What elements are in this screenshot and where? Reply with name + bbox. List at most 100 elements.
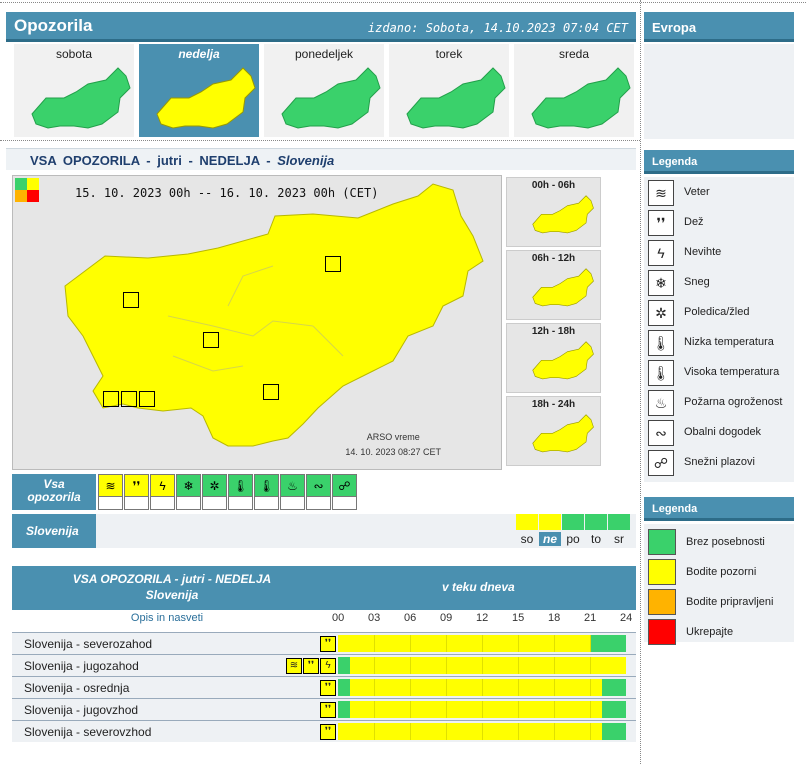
description-link[interactable]: Opis in nasveti (12, 612, 322, 624)
timeline-gridline (374, 701, 375, 718)
header-bar: Opozorila izdano: Sobota, 14.10.2023 07:… (6, 12, 636, 42)
timeline-gridline (410, 679, 411, 696)
timeline-segment (338, 679, 350, 696)
day-abbr[interactable]: ne (539, 532, 561, 546)
legend-item: ❜❜ Dež (648, 210, 794, 236)
legend-label: Veter (684, 186, 710, 198)
legend-label: Obalni dogodek (684, 426, 762, 438)
timeline-segment (350, 679, 602, 696)
level-swatch (648, 559, 676, 585)
time-slot-2[interactable]: 12h - 18h (506, 323, 601, 393)
day-abbr[interactable]: so (516, 532, 538, 546)
rain-icon[interactable]: ❜❜ (320, 702, 336, 718)
low-temp-icon: 🌡 (648, 330, 674, 356)
day-level-box[interactable] (516, 514, 538, 530)
day-level-box[interactable] (585, 514, 607, 530)
legend-item: ✲ Poledica/žled (648, 300, 794, 326)
low-temp-icon[interactable]: 🌡 (228, 474, 253, 510)
day-abbr[interactable]: sr (608, 532, 630, 546)
hour-label: 18 (548, 612, 561, 624)
timeline-segment (338, 635, 590, 652)
timeline-segment (350, 657, 626, 674)
rain-icon: ❜❜ (648, 210, 674, 236)
ice-icon[interactable]: ✲ (202, 474, 227, 510)
thunderstorm-icon[interactable] (139, 391, 155, 407)
timeline-gridline (446, 679, 447, 696)
level-swatch (648, 589, 676, 615)
rain-icon[interactable]: ❜❜ (124, 474, 149, 510)
wind-icon[interactable]: ≋ (286, 658, 302, 674)
rain-icon[interactable]: ❜❜ (303, 658, 319, 674)
legend-item: 🌡 Nizka temperatura (648, 330, 794, 356)
day-level-box[interactable] (562, 514, 584, 530)
day-tab-4[interactable]: sreda (514, 44, 634, 137)
europe-panel (644, 44, 794, 139)
coastal-icon[interactable]: ∾ (306, 474, 331, 510)
day-level-box[interactable] (539, 514, 561, 530)
rain-icon[interactable] (325, 256, 341, 272)
timeline-gridline (374, 657, 375, 674)
rain-icon[interactable] (121, 391, 137, 407)
slot-map (532, 268, 594, 307)
time-slot-3[interactable]: 18h - 24h (506, 396, 601, 466)
day-tab-2[interactable]: ponedeljek (264, 44, 384, 137)
day-abbr[interactable]: to (585, 532, 607, 546)
timeline-segment (602, 701, 626, 718)
timeline-gridline (518, 701, 519, 718)
wind-icon[interactable] (103, 391, 119, 407)
table-row[interactable]: Slovenija - osrednja ❜❜ (12, 676, 636, 698)
day-map (31, 67, 131, 129)
timeline-gridline (518, 657, 519, 674)
region-name: Slovenija - jugozahod (24, 659, 139, 673)
thunderstorm-icon[interactable]: ϟ (320, 658, 336, 674)
time-slot-label: 18h - 24h (531, 399, 576, 410)
snow-icon[interactable]: ❄ (176, 474, 201, 510)
day-tab-3[interactable]: torek (389, 44, 509, 137)
legend-item: 🌡 Visoka temperatura (648, 360, 794, 386)
wind-icon[interactable]: ≋ (98, 474, 123, 510)
table-row[interactable]: Slovenija - severovzhod ❜❜ (12, 720, 636, 742)
table-row[interactable]: Slovenija - jugovzhod ❜❜ (12, 698, 636, 720)
day-map (156, 67, 256, 129)
timeline-gridline (374, 679, 375, 696)
timeline-gridline (446, 635, 447, 652)
day-tab-1[interactable]: nedelja (139, 44, 259, 137)
legend-label: Požarna ogroženost (684, 396, 783, 408)
slovenia-map-shape (64, 183, 484, 447)
fire-icon[interactable]: ♨ (280, 474, 305, 510)
map-source: ARSO vreme 14. 10. 2023 08:27 CET (345, 432, 441, 457)
timeline-gridline (446, 723, 447, 740)
table-row[interactable]: Slovenija - severozahod ❜❜ (12, 632, 636, 654)
high-temp-icon[interactable]: 🌡 (254, 474, 279, 510)
day-map (281, 67, 381, 129)
legend-label: Nevihte (684, 246, 722, 258)
rain-icon[interactable]: ❜❜ (320, 724, 336, 740)
legend-label: Nizka temperatura (684, 336, 774, 348)
rain-icon[interactable] (263, 384, 279, 400)
timeline-gridline (518, 723, 519, 740)
rain-icon[interactable] (123, 292, 139, 308)
rain-icon[interactable] (203, 332, 219, 348)
day-level-box[interactable] (608, 514, 630, 530)
day-abbr[interactable]: po (562, 532, 584, 546)
ice-icon: ✲ (648, 300, 674, 326)
time-slot-0[interactable]: 00h - 06h (506, 177, 601, 247)
warning-map[interactable]: 15. 10. 2023 00h -- 16. 10. 2023 00h (CE… (12, 175, 502, 470)
timeline-segment (590, 635, 626, 652)
rain-icon[interactable]: ❜❜ (320, 680, 336, 696)
time-slot-1[interactable]: 06h - 12h (506, 250, 601, 320)
avalanche-icon[interactable]: ☍ (332, 474, 357, 510)
rain-icon[interactable]: ❜❜ (320, 636, 336, 652)
europe-link[interactable]: Evropa (644, 12, 794, 42)
region-name: Slovenija - osrednja (24, 681, 130, 695)
legend-item: ϟ Nevihte (648, 240, 794, 266)
all-warnings-label: Vsa opozorila (12, 474, 96, 510)
table-row[interactable]: Slovenija - jugozahod ≋ ❜❜ ϟ (12, 654, 636, 676)
thunderstorm-icon[interactable]: ϟ (150, 474, 175, 510)
slot-map (532, 341, 594, 380)
level-swatch (648, 529, 676, 555)
page-title: Opozorila (14, 16, 93, 35)
legend-item: ❄ Sneg (648, 270, 794, 296)
day-tab-0[interactable]: sobota (14, 44, 134, 137)
time-slot-label: 00h - 06h (531, 180, 576, 191)
